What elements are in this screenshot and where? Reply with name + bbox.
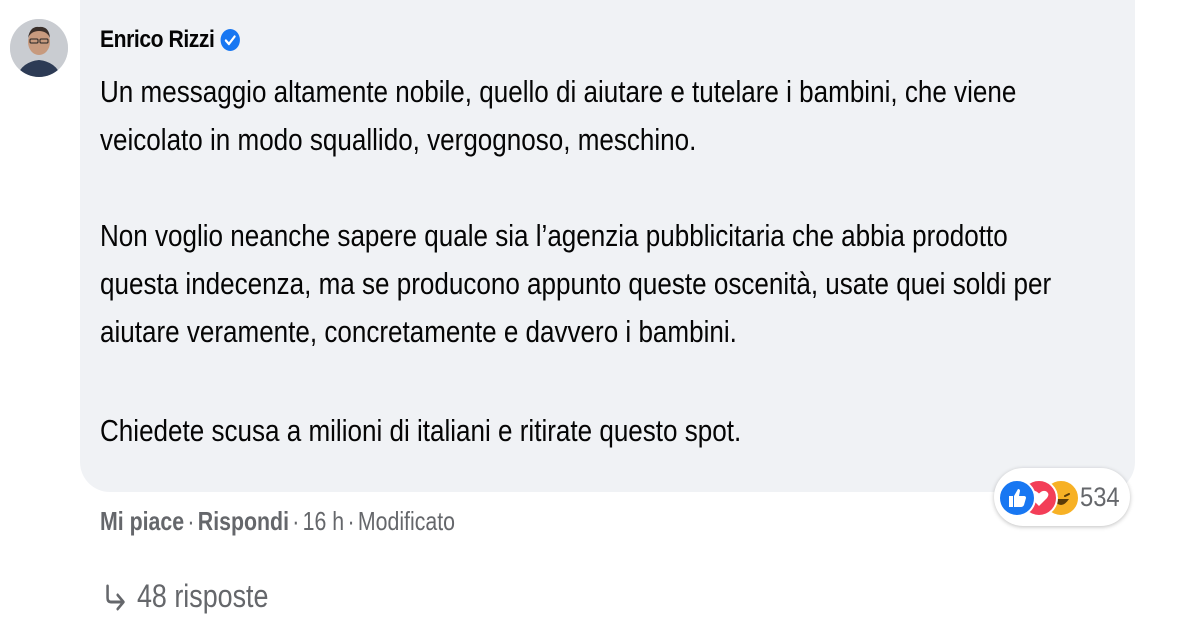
comment-paragraph-3: Chiedete scusa a milioni di italiani e r… xyxy=(100,407,965,455)
timestamp[interactable]: 16 h xyxy=(303,506,344,536)
like-icon xyxy=(998,479,1036,517)
reply-button[interactable]: Rispondi xyxy=(198,506,289,536)
author-name[interactable]: Enrico Rizzi xyxy=(100,26,215,54)
comment-line: Un messaggio altamente nobile, quello di… xyxy=(100,74,1017,109)
reactions-summary[interactable]: 534 xyxy=(994,468,1130,526)
separator: · xyxy=(292,506,300,536)
reaction-icons xyxy=(998,477,1080,517)
comment-paragraph-2: Non voglio neanche sapere quale sia l’ag… xyxy=(100,212,1052,356)
comment-line: aiutare veramente, concretamente e davve… xyxy=(100,314,737,349)
author-avatar[interactable] xyxy=(10,0,68,96)
view-replies-link[interactable]: 48 risposte xyxy=(100,578,268,615)
reaction-count: 534 xyxy=(1080,481,1120,512)
separator: · xyxy=(347,506,355,536)
comment-actions: Mi piace · Rispondi · 16 h · Modificato xyxy=(100,506,455,537)
comment-paragraph-1: Un messaggio altamente nobile, quello di… xyxy=(100,68,1017,164)
edited-label[interactable]: Modificato xyxy=(358,506,455,536)
comment-line: Chiedete scusa a milioni di italiani e r… xyxy=(100,413,742,448)
comment-line: questa indecenza, ma se producono appunt… xyxy=(100,266,1052,301)
verified-badge-icon xyxy=(220,28,241,52)
author-name-row: Enrico Rizzi xyxy=(100,26,241,54)
separator: · xyxy=(187,506,195,536)
reply-arrow-icon xyxy=(100,580,129,614)
replies-count-label[interactable]: 48 risposte xyxy=(137,578,268,615)
like-button[interactable]: Mi piace xyxy=(100,506,184,536)
comment-line: veicolato in modo squallido, vergognoso,… xyxy=(100,122,697,157)
comment-line: Non voglio neanche sapere quale sia l’ag… xyxy=(100,218,1008,253)
